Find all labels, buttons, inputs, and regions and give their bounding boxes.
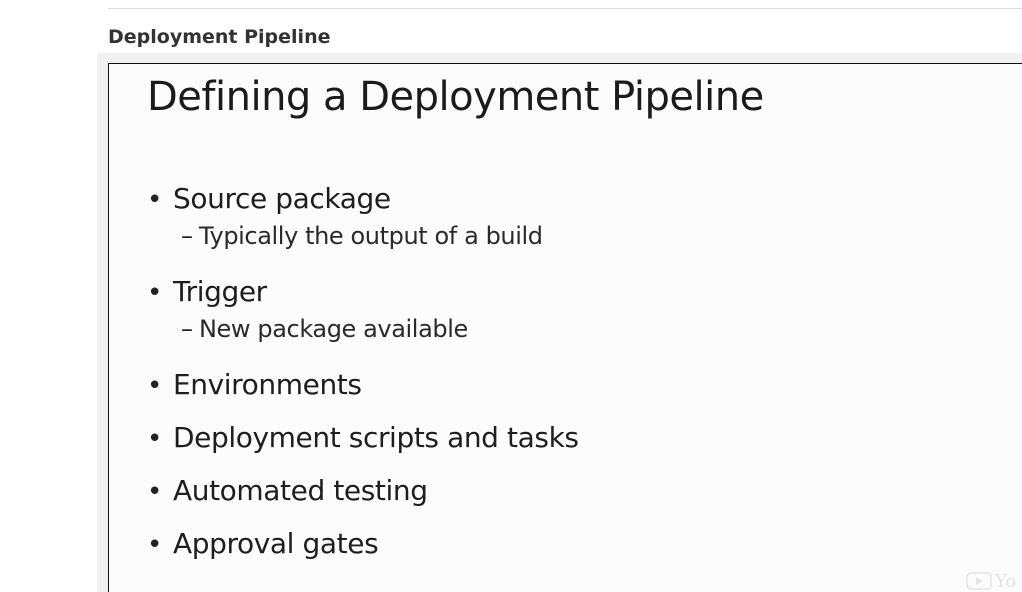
slide-bullet-list: • Source package – Typically the output … bbox=[147, 182, 579, 567]
bullet-text: Automated testing bbox=[173, 474, 428, 507]
page: Deployment Pipeline Defining a Deploymen… bbox=[0, 0, 1022, 592]
bullet-item-deployment-scripts: • Deployment scripts and tasks bbox=[147, 421, 579, 461]
bullet-text: Approval gates bbox=[173, 527, 379, 560]
bullet-text: Trigger bbox=[173, 275, 267, 308]
bullet-item-trigger: • Trigger – New package available bbox=[147, 275, 579, 351]
bullet-dot: • bbox=[147, 530, 163, 560]
bullet-dot: • bbox=[147, 477, 163, 507]
bullet-text: Deployment scripts and tasks bbox=[173, 421, 579, 454]
play-logo-icon bbox=[966, 572, 992, 590]
sub-bullet-text: Typically the output of a build bbox=[199, 222, 543, 250]
sub-bullet-dash: – bbox=[181, 222, 193, 250]
bullet-item-automated-testing: • Automated testing bbox=[147, 474, 579, 514]
bullet-dot: • bbox=[147, 424, 163, 454]
watermark-text: Yo bbox=[995, 570, 1017, 592]
bullet-dot: • bbox=[147, 185, 163, 215]
bullet-item-environments: • Environments bbox=[147, 368, 579, 408]
bullet-text: Environments bbox=[173, 368, 362, 401]
sub-bullet-dash: – bbox=[181, 315, 193, 343]
bullet-item-approval-gates: • Approval gates bbox=[147, 527, 579, 567]
bullet-dot: • bbox=[147, 278, 163, 308]
slide-title: Defining a Deployment Pipeline bbox=[147, 74, 764, 120]
bullet-dot: • bbox=[147, 371, 163, 401]
bullet-text: Source package bbox=[173, 182, 391, 215]
top-divider bbox=[108, 8, 1022, 9]
section-heading: Deployment Pipeline bbox=[108, 26, 331, 48]
video-slide-frame[interactable]: Defining a Deployment Pipeline • Source … bbox=[108, 63, 1022, 592]
sub-bullet-text: New package available bbox=[199, 315, 468, 343]
watermark-logo: Yo bbox=[966, 570, 1022, 592]
bullet-item-source-package: • Source package – Typically the output … bbox=[147, 182, 579, 258]
